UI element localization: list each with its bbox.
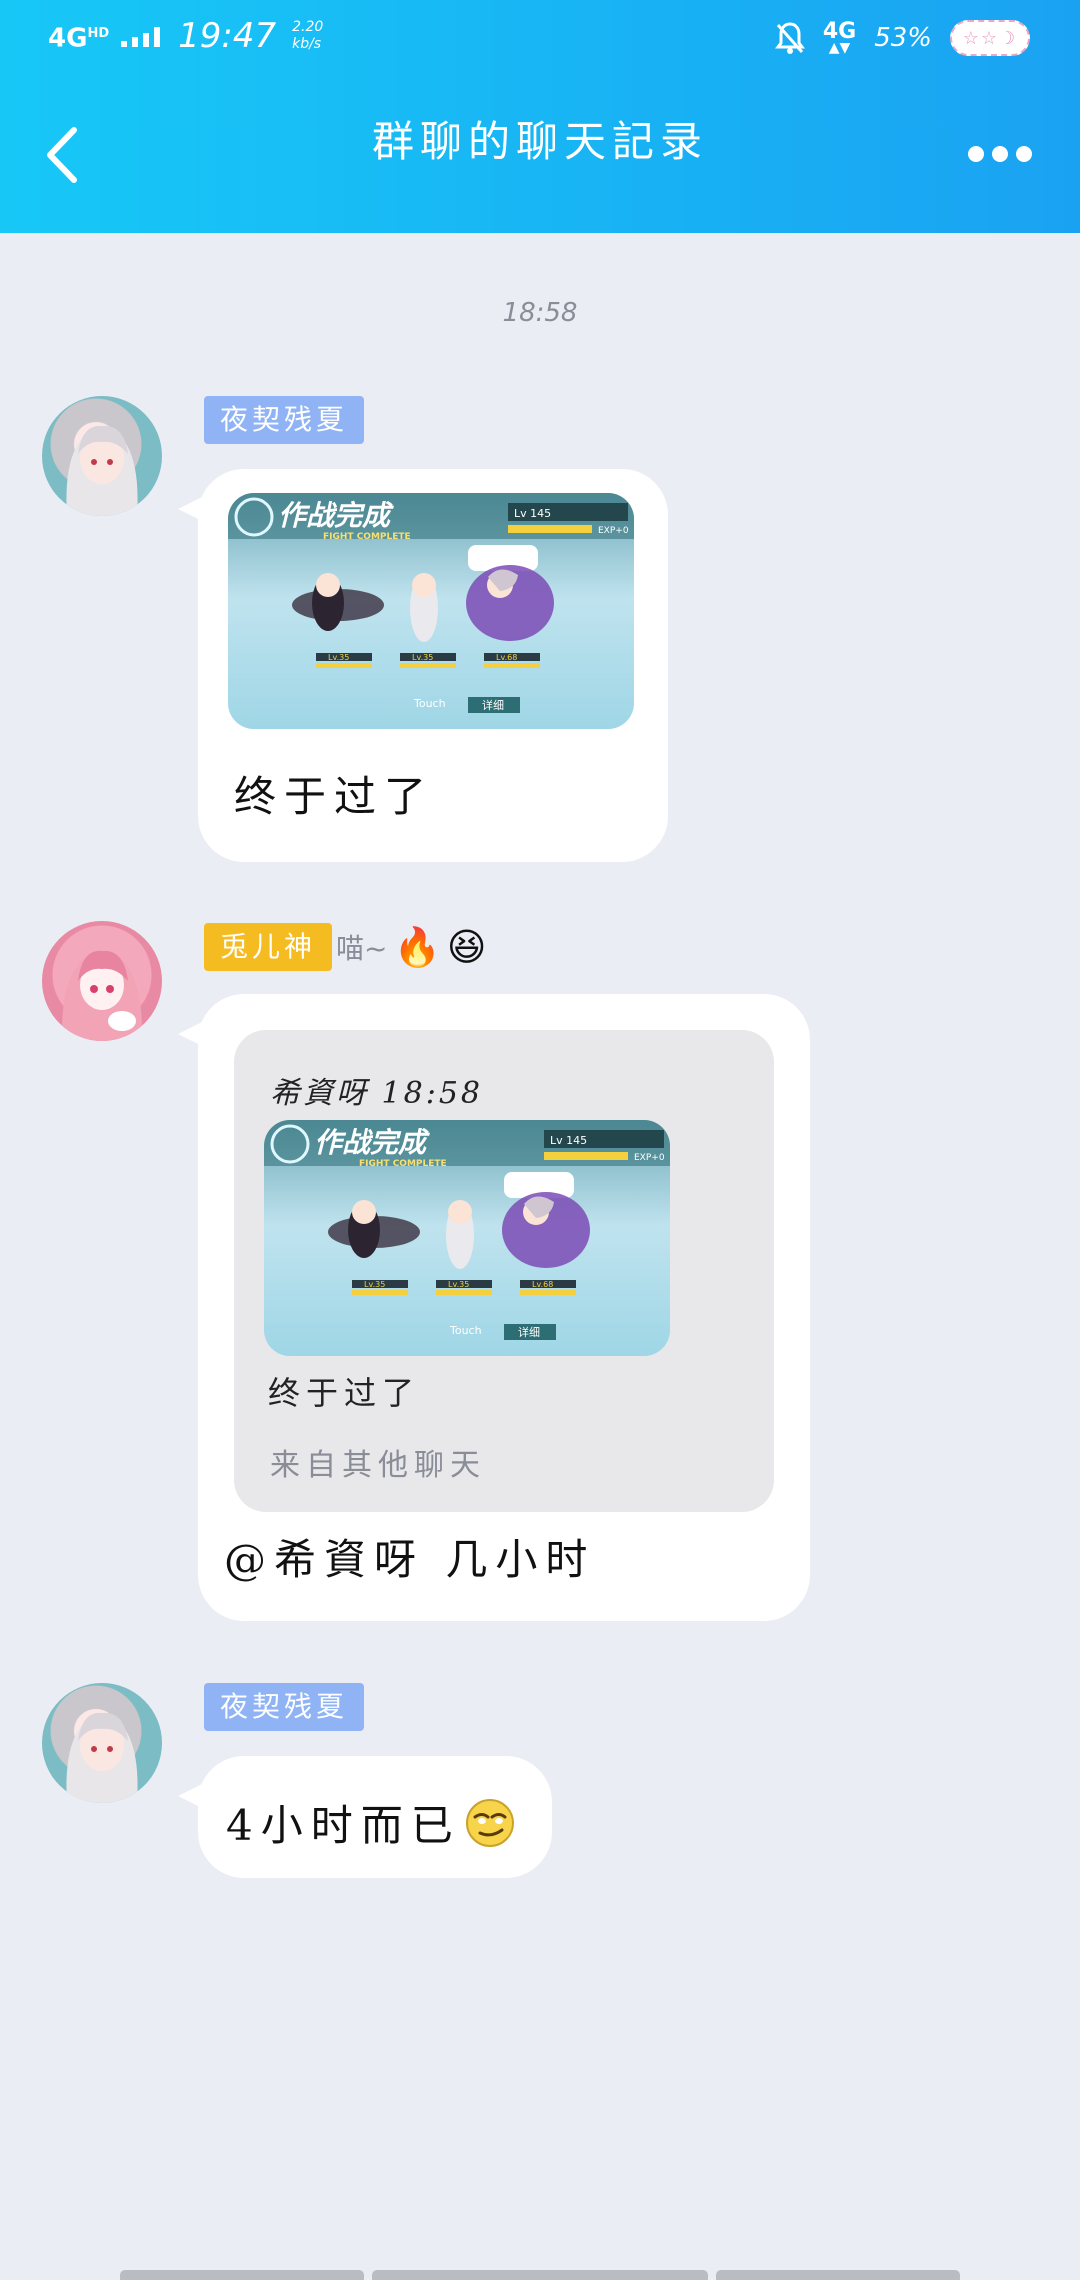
bottom-indicator	[372, 2270, 708, 2280]
avatar[interactable]	[42, 921, 162, 1041]
status-left: 4GHD 19:47 2.20 kb/s	[48, 16, 323, 56]
quote-source: 来自其他聊天	[270, 1448, 486, 1483]
avatar[interactable]	[42, 396, 162, 516]
fire-emoji-icon: 🔥	[393, 924, 441, 969]
message-bubble[interactable]: 4小时而已	[178, 1756, 552, 1878]
char-level-3: Lv.68	[496, 653, 517, 662]
mobile-data-indicator: 4G ▲▼	[822, 19, 857, 56]
message-text: 4小时而已	[226, 1792, 515, 1853]
game-subbanner: FIGHT COMPLETE	[323, 532, 411, 542]
sender-row: 兎儿神 喵~ 🔥 😆	[204, 923, 486, 971]
page-title: 群聊的聊天記录	[371, 117, 708, 166]
sender-name-suffix: 喵~	[336, 932, 388, 965]
battery-icon: ☆☆☽	[950, 20, 1030, 56]
game-detail: 详细	[482, 698, 504, 712]
char-level-1: Lv.35	[328, 653, 349, 662]
smirk-emoji-icon	[465, 1798, 514, 1847]
sender-name[interactable]: 夜契残夏	[204, 1683, 365, 1731]
more-dot	[992, 146, 1008, 162]
silent-bell-icon	[774, 22, 805, 54]
status-bar: 4GHD 19:47 2.20 kb/s 4G ▲▼ 53% ☆☆☽	[0, 0, 1080, 80]
message-bubble[interactable]: 希資呀 18:58 作战完成 FIGHT COMPLETE Lv 145 EXP…	[178, 994, 810, 1621]
message-text: 终于过了	[234, 772, 435, 821]
char-level-1: Lv.35	[364, 1280, 385, 1289]
sender-name[interactable]: 兎儿神	[204, 923, 333, 971]
game-banner: 作战完成	[278, 499, 394, 532]
message-text: @希資呀 几小时	[224, 1535, 596, 1584]
more-dot	[1016, 146, 1032, 162]
more-button[interactable]	[968, 146, 1032, 162]
sender-row: 夜契残夏	[204, 1683, 365, 1731]
quote-author: 希資呀 18:58	[270, 1076, 483, 1111]
game-touch: Touch	[413, 697, 446, 710]
bottom-indicator	[716, 2270, 960, 2280]
game-banner: 作战完成	[314, 1126, 430, 1159]
sender-row: 夜契残夏	[204, 396, 365, 444]
message-bubble[interactable]: 作战完成 FIGHT COMPLETE Lv 145 EXP+0 Lv.35 L…	[178, 469, 668, 862]
battery-level: 53%	[874, 23, 932, 53]
app-header: 4GHD 19:47 2.20 kb/s 4G ▲▼ 53% ☆☆☽ 群聊的聊天…	[0, 0, 1080, 233]
char-level-2: Lv.35	[448, 1280, 469, 1289]
bottom-indicator	[120, 2270, 364, 2280]
game-exp: EXP+0	[598, 526, 629, 536]
laughing-emoji-icon: 😆	[446, 925, 487, 969]
network-type: 4GHD	[48, 23, 110, 54]
game-detail: 详细	[518, 1325, 540, 1339]
signal-icon	[121, 27, 161, 47]
game-level: Lv 145	[514, 507, 551, 520]
more-dot	[968, 146, 984, 162]
chat-timestamp: 18:58	[502, 298, 578, 328]
game-exp: EXP+0	[634, 1153, 665, 1163]
status-right: 4G ▲▼ 53% ☆☆☽	[774, 19, 1030, 56]
avatar-image	[61, 950, 143, 1041]
network-speed: 2.20 kb/s	[292, 19, 324, 52]
avatar[interactable]	[42, 1683, 162, 1803]
game-screenshot-image[interactable]: 作战完成 FIGHT COMPLETE Lv 145 EXP+0 Lv.35 L…	[264, 1120, 670, 1356]
message-text-content: 4小时而已	[226, 1801, 461, 1850]
status-time: 19:47	[178, 16, 277, 56]
game-subbanner: FIGHT COMPLETE	[359, 1159, 447, 1169]
game-touch: Touch	[449, 1324, 482, 1337]
char-level-2: Lv.35	[412, 653, 433, 662]
sender-name[interactable]: 夜契残夏	[204, 396, 365, 444]
avatar-image	[66, 1712, 138, 1803]
game-level: Lv 145	[550, 1134, 587, 1147]
char-level-3: Lv.68	[532, 1280, 553, 1289]
avatar-image	[66, 425, 138, 516]
quote-text: 终于过了	[268, 1374, 421, 1412]
forwarded-message-card[interactable]: 希資呀 18:58 作战完成 FIGHT COMPLETE Lv 145 EXP…	[234, 1030, 774, 1512]
game-screenshot-image[interactable]: 作战完成 FIGHT COMPLETE Lv 145 EXP+0 Lv.35 L…	[228, 493, 634, 729]
